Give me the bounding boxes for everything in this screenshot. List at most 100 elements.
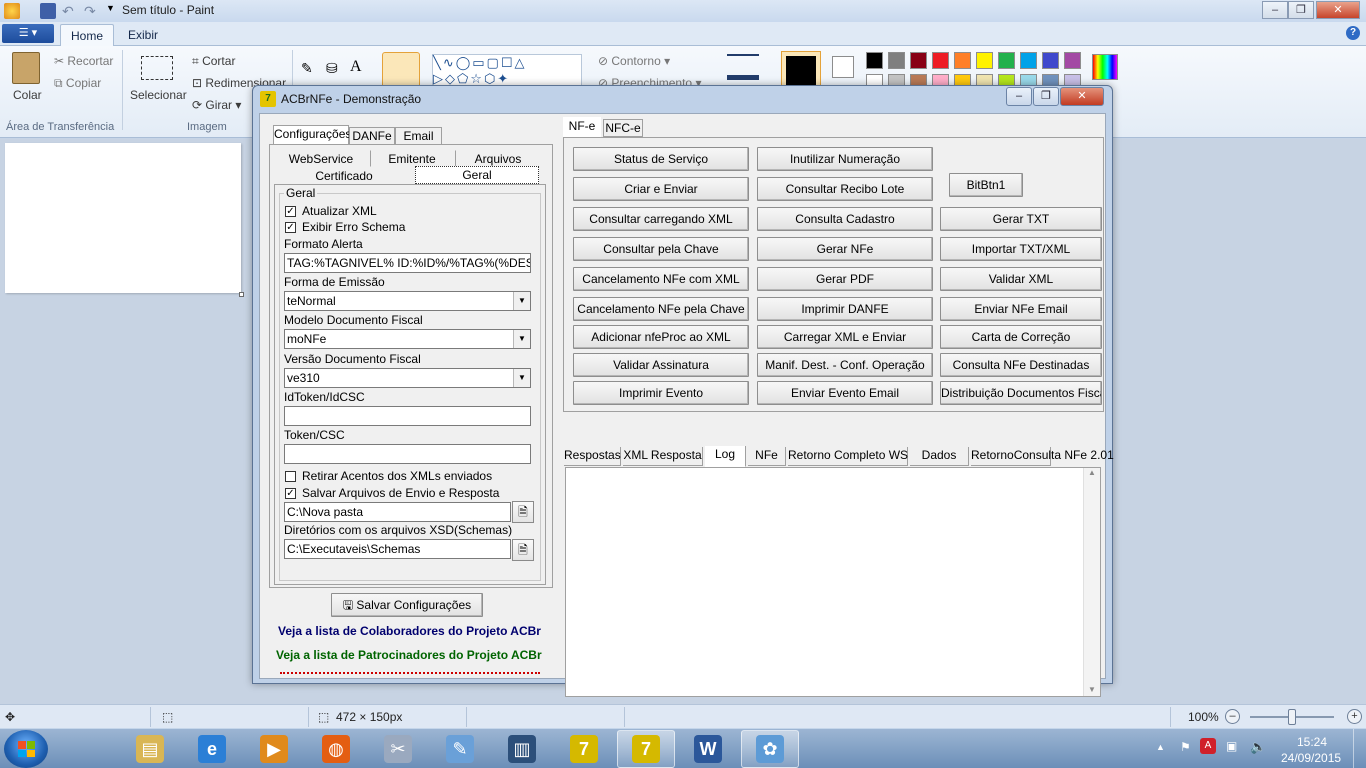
nfe-action-button[interactable]: Consultar carregando XML	[573, 207, 749, 231]
nfe-action-button[interactable]: Consulta NFe Destinadas	[940, 353, 1102, 377]
undo-icon[interactable]: ↶	[62, 3, 78, 19]
result-tab[interactable]: Dados	[910, 447, 969, 466]
chevron-down-icon[interactable]: ▼	[513, 330, 530, 348]
select-button[interactable]: Selecionar	[130, 88, 187, 102]
nfe-action-button[interactable]: Adicionar nfeProc ao XML	[573, 325, 749, 349]
result-tab[interactable]: NFe	[748, 447, 786, 466]
nfe-action-button[interactable]: Enviar NFe Email	[940, 297, 1102, 321]
atualizar-xml-checkbox[interactable]: ✓ Atualizar XML	[285, 204, 377, 218]
action-center-icon[interactable]: ⚑	[1180, 740, 1191, 754]
nfe-action-button[interactable]: Status de Serviço	[573, 147, 749, 171]
antivirus-icon[interactable]: A	[1200, 738, 1216, 754]
color-swatch[interactable]	[1042, 52, 1059, 69]
pencil-icon[interactable]: ✎	[301, 60, 313, 77]
result-tab[interactable]: Log	[705, 446, 746, 467]
tab-nfce[interactable]: NFC-e	[603, 119, 643, 137]
tab-configuracoes[interactable]: Configurações	[273, 125, 351, 145]
start-button[interactable]	[4, 730, 48, 768]
taskbar-tools[interactable]: ✂	[369, 730, 427, 768]
fill-icon[interactable]: ⛁	[326, 60, 338, 77]
nfe-action-button[interactable]: Cancelamento NFe pela Chave	[573, 297, 749, 321]
chevron-down-icon[interactable]: ▼	[513, 369, 530, 387]
nfe-action-button[interactable]: Enviar Evento Email	[757, 381, 933, 405]
nfe-action-button[interactable]: Consulta Cadastro	[757, 207, 933, 231]
paint-minimize-button[interactable]: –	[1262, 1, 1288, 19]
text-tool-icon[interactable]: A	[350, 58, 362, 76]
tab-danfe[interactable]: DANFe	[349, 127, 395, 145]
nfe-action-button[interactable]: Cancelamento NFe com XML	[573, 267, 749, 291]
dialog-minimize-button[interactable]: –	[1006, 87, 1032, 106]
paint-close-button[interactable]: ✕	[1316, 1, 1360, 19]
token-input[interactable]	[284, 444, 531, 464]
nfe-action-button[interactable]: Carregar XML e Enviar	[757, 325, 933, 349]
paint-file-menu-button[interactable]: ☰ ▾	[2, 24, 54, 43]
nfe-action-button[interactable]: Criar e Enviar	[573, 177, 749, 201]
dialog-titlebar[interactable]: 7 ACBrNFe - Demonstração – ❐ ✕	[253, 86, 1112, 112]
color-swatch[interactable]	[910, 52, 927, 69]
modelo-select[interactable]: moNFe ▼	[284, 329, 531, 349]
nfe-action-button[interactable]: Manif. Dest. - Conf. Operação	[757, 353, 933, 377]
log-memo[interactable]: ▲ ▼	[565, 467, 1101, 697]
subtab-emitente[interactable]: Emitente	[370, 150, 454, 167]
nfe-action-button[interactable]: Validar Assinatura	[573, 353, 749, 377]
salvar-arquivos-checkbox[interactable]: ✓ Salvar Arquivos de Envio e Resposta	[285, 486, 499, 500]
bitbtn1-button[interactable]: BitBtn1	[949, 173, 1023, 197]
nfe-action-button[interactable]: Inutilizar Numeração	[757, 147, 933, 171]
show-hidden-icons-icon[interactable]: ▲	[1156, 742, 1165, 752]
taskbar-network-app[interactable]: ▥	[493, 730, 551, 768]
idtoken-input[interactable]	[284, 406, 531, 426]
tab-nfe[interactable]: NF-e	[563, 117, 601, 138]
customize-qat-icon[interactable]: ▼	[106, 3, 122, 19]
path-schemas-input[interactable]: C:\Executaveis\Schemas	[284, 539, 511, 559]
zoom-slider-thumb[interactable]	[1288, 709, 1296, 725]
chevron-down-icon[interactable]: ▼	[513, 292, 530, 310]
ribbon-tab-view[interactable]: Exibir	[118, 24, 168, 46]
nfe-action-button[interactable]: Importar TXT/XML	[940, 237, 1102, 261]
color-swatch[interactable]	[866, 52, 883, 69]
result-tab[interactable]: RetornoConsulta NFe 2.01	[971, 447, 1114, 466]
nfe-action-button[interactable]: Gerar NFe	[757, 237, 933, 261]
save-icon[interactable]	[40, 3, 56, 19]
edit-colors-icon[interactable]	[1092, 54, 1118, 80]
subtab-certificado[interactable]: Certificado	[273, 167, 415, 185]
forma-emissao-select[interactable]: teNormal ▼	[284, 291, 531, 311]
paint-app-icon[interactable]	[4, 3, 20, 19]
volume-icon[interactable]: 🔈	[1250, 739, 1266, 755]
taskbar-firefox[interactable]: ◍	[307, 730, 365, 768]
nfe-action-button[interactable]: Gerar PDF	[757, 267, 933, 291]
formato-alerta-input[interactable]: TAG:%TAGNIVEL% ID:%ID%/%TAG%(%DESCRICAO%…	[284, 253, 531, 273]
paint-canvas[interactable]	[5, 143, 241, 293]
color-swatch[interactable]	[976, 52, 993, 69]
help-icon[interactable]: ?	[1346, 26, 1360, 40]
paint-maximize-button[interactable]: ❐	[1288, 1, 1314, 19]
taskbar-media-player[interactable]: ▶	[245, 730, 303, 768]
network-icon[interactable]: ▣	[1226, 739, 1237, 753]
salvar-configuracoes-button[interactable]: 🖫 Salvar Configurações	[331, 593, 483, 617]
taskbar-word[interactable]: W	[679, 730, 737, 768]
size-icon[interactable]	[727, 54, 759, 80]
taskbar-paint[interactable]: ✿	[741, 730, 799, 768]
browse-folder-button[interactable]: 🗎	[512, 501, 534, 523]
color-swatch[interactable]	[1064, 52, 1081, 69]
colaboradores-link[interactable]: Veja a lista de Colaboradores do Projeto…	[278, 624, 543, 638]
nfe-action-button[interactable]: Validar XML	[940, 267, 1102, 291]
path-salvar-input[interactable]: C:\Nova pasta	[284, 502, 511, 522]
tab-email[interactable]: Email	[395, 127, 442, 145]
paste-icon[interactable]	[12, 52, 40, 84]
nfe-action-button[interactable]: Carta de Correção	[940, 325, 1102, 349]
zoom-in-button[interactable]: +	[1347, 709, 1362, 724]
patrocinadores-link[interactable]: Veja a lista de Patrocinadores do Projet…	[276, 648, 543, 662]
versao-select[interactable]: ve310 ▼	[284, 368, 531, 388]
color-swatch[interactable]	[1020, 52, 1037, 69]
scroll-down-icon[interactable]: ▼	[1084, 685, 1100, 694]
exibir-erro-checkbox[interactable]: ✓ Exibir Erro Schema	[285, 220, 405, 234]
ribbon-tab-home[interactable]: Home	[60, 24, 115, 46]
dialog-maximize-button[interactable]: ❐	[1033, 87, 1059, 106]
retirar-acentos-checkbox[interactable]: Retirar Acentos dos XMLs enviados	[285, 469, 492, 483]
clock-time[interactable]: 15:24	[1297, 735, 1327, 749]
copy-button[interactable]: ⧉ Copiar	[54, 76, 101, 91]
color-swatch[interactable]	[954, 52, 971, 69]
redo-icon[interactable]: ↷	[84, 3, 100, 19]
nfe-action-button[interactable]: Consultar Recibo Lote	[757, 177, 933, 201]
memo-scrollbar[interactable]: ▲ ▼	[1083, 468, 1100, 696]
